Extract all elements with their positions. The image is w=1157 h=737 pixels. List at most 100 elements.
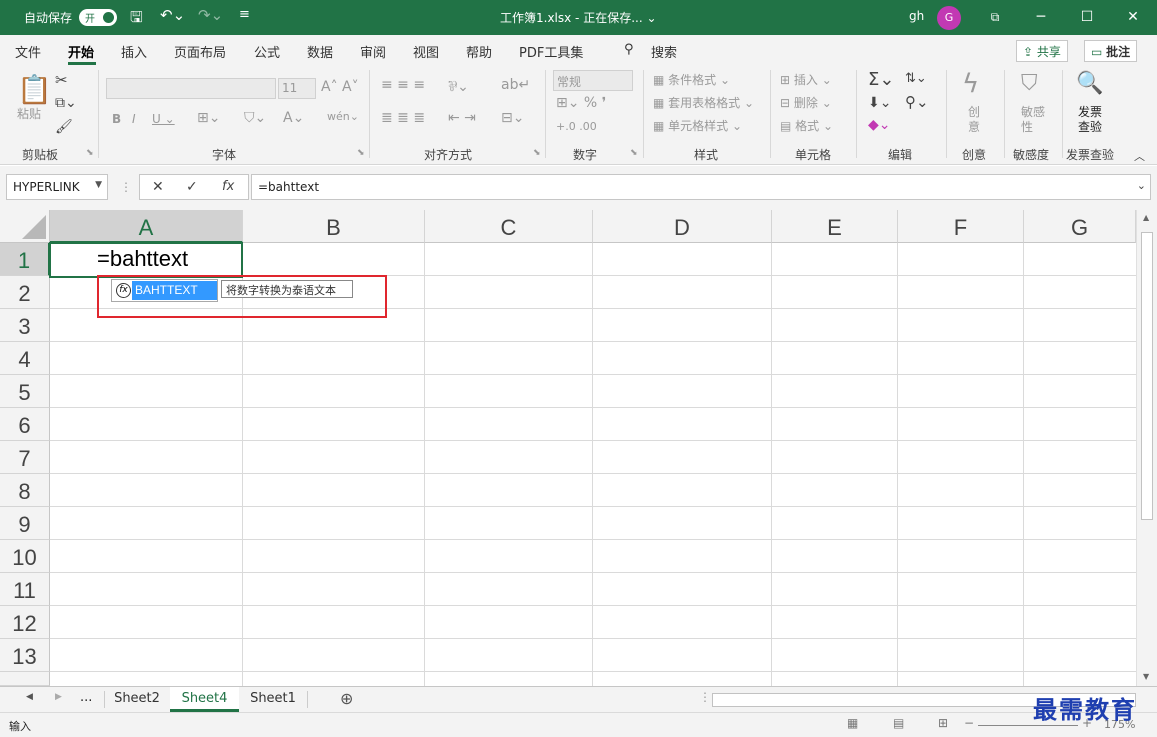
border-icon[interactable]: ⊞⌄ xyxy=(197,110,220,126)
italic-icon[interactable]: I xyxy=(132,112,136,126)
sheet-tab-sheet1[interactable]: Sheet1 xyxy=(240,687,306,712)
minimize-icon[interactable]: ─ xyxy=(1018,0,1064,35)
currency-icon[interactable]: ⊞⌄ % ❜ xyxy=(556,95,606,111)
row-header-7[interactable]: 7 xyxy=(0,441,50,474)
close-icon[interactable]: ✕ xyxy=(1110,0,1156,35)
sensitivity-icon[interactable]: ⛉ xyxy=(1021,71,1038,96)
maximize-icon[interactable]: ☐ xyxy=(1064,0,1110,35)
number-format-combo[interactable]: 常规 xyxy=(553,70,633,91)
normal-view-icon[interactable]: ▦ xyxy=(847,716,858,730)
wrap-text-icon[interactable]: ab↵ xyxy=(501,77,530,93)
copy-icon[interactable]: ⧉⌄ xyxy=(55,95,77,111)
tab-help[interactable]: 帮助 xyxy=(466,42,492,61)
ribbon-display-icon[interactable]: ⧉ xyxy=(972,0,1018,35)
conditional-format-button[interactable]: ▦ 条件格式 ⌄ xyxy=(653,71,730,88)
decimal-icon[interactable]: +.0 .00 xyxy=(556,120,597,133)
page-layout-view-icon[interactable]: ▤ xyxy=(893,716,904,730)
indent-icon[interactable]: ⇤ ⇥ xyxy=(448,110,476,126)
launcher-icon[interactable]: ⬊ xyxy=(533,148,541,158)
orientation-icon[interactable]: ⅌⌄ xyxy=(448,77,469,96)
fill-color-icon[interactable]: ⛉⌄ xyxy=(244,110,266,126)
tab-insert[interactable]: 插入 xyxy=(121,42,147,61)
invoice-check-button[interactable]: 发票查验 xyxy=(1078,105,1104,135)
tab-pdf-tools[interactable]: PDF工具集 xyxy=(519,42,583,61)
launcher-icon[interactable]: ⬊ xyxy=(630,148,638,158)
launcher-icon[interactable]: ⬊ xyxy=(357,148,365,158)
scroll-down-icon[interactable]: ▼ xyxy=(1143,672,1149,681)
align-top-icon[interactable]: ≡ ≡ ≡ xyxy=(381,77,425,93)
chevron-down-icon[interactable]: ▼ xyxy=(95,180,102,190)
align-left-icon[interactable]: ≣ ≣ ≣ xyxy=(381,110,425,126)
delete-cells-button[interactable]: ⊟ 删除 ⌄ xyxy=(780,94,832,111)
autosum-icon[interactable]: Σ⌄ xyxy=(868,69,894,90)
page-break-view-icon[interactable]: ⊞ xyxy=(938,716,948,730)
row-header-3[interactable]: 3 xyxy=(0,309,50,342)
avatar[interactable]: G xyxy=(937,6,961,30)
vertical-scrollbar[interactable]: ▲ ▼ xyxy=(1136,210,1157,686)
sheet-tab-sheet4[interactable]: Sheet4 xyxy=(170,687,239,712)
more-sheets[interactable]: ... xyxy=(80,690,92,705)
scroll-up-icon[interactable]: ▲ xyxy=(1143,213,1149,222)
tab-formulas[interactable]: 公式 xyxy=(254,42,280,61)
insert-cells-button[interactable]: ⊞ 插入 ⌄ xyxy=(780,71,832,88)
column-header-e[interactable]: E xyxy=(772,210,898,243)
prev-sheet-icon[interactable]: ◀ xyxy=(26,692,33,702)
tab-view[interactable]: 视图 xyxy=(413,42,439,61)
row-header-14[interactable] xyxy=(0,672,50,686)
cut-icon[interactable]: ✂ xyxy=(55,71,68,89)
row-header-13[interactable]: 13 xyxy=(0,639,50,672)
scroll-thumb[interactable] xyxy=(1141,232,1153,520)
invoice-check-icon[interactable]: 🔍 xyxy=(1076,71,1103,96)
row-header-1[interactable]: 1 xyxy=(0,243,50,276)
bold-icon[interactable]: B xyxy=(112,112,121,126)
format-cells-button[interactable]: ▤ 格式 ⌄ xyxy=(780,117,833,134)
launcher-icon[interactable]: ⬊ xyxy=(86,148,94,158)
create-button[interactable]: 创意 xyxy=(968,105,982,135)
drag-handle-icon[interactable]: ⋮ xyxy=(120,180,132,194)
customize-qat-icon[interactable]: ≡ xyxy=(239,7,250,22)
enter-icon[interactable]: ✓ xyxy=(186,179,198,195)
sheet-tab-sheet2[interactable]: Sheet2 xyxy=(105,687,169,712)
phonetic-icon[interactable]: wén⌄ xyxy=(327,110,359,123)
format-painter-icon[interactable]: 🖌 xyxy=(55,119,73,135)
next-sheet-icon[interactable]: ▶ xyxy=(55,692,62,702)
name-box[interactable]: HYPERLINK ▼ xyxy=(6,174,108,200)
tab-review[interactable]: 审阅 xyxy=(360,42,386,61)
column-header-a[interactable]: A xyxy=(50,210,243,243)
formula-input[interactable]: =bahttext ⌄ xyxy=(251,174,1151,200)
fill-icon[interactable]: ⬇⌄ xyxy=(868,95,891,111)
paste-icon[interactable]: 📋 xyxy=(17,73,52,106)
save-icon[interactable]: 🖫 xyxy=(130,7,143,32)
column-header-b[interactable]: B xyxy=(243,210,425,243)
clear-icon[interactable]: ◆⌄ xyxy=(868,117,891,133)
column-header-d[interactable]: D xyxy=(593,210,772,243)
row-header-12[interactable]: 12 xyxy=(0,606,50,639)
lightning-icon[interactable]: ϟ xyxy=(962,69,979,99)
row-header-9[interactable]: 9 xyxy=(0,507,50,540)
insert-function-icon[interactable]: fx xyxy=(222,179,234,194)
collapse-ribbon-icon[interactable]: ︿ xyxy=(1134,148,1145,164)
tab-home[interactable]: 开始 xyxy=(68,42,94,61)
tab-search[interactable]: 搜索 xyxy=(651,42,677,61)
table-format-button[interactable]: ▦ 套用表格格式 ⌄ xyxy=(653,94,754,111)
tab-data[interactable]: 数据 xyxy=(307,42,333,61)
zoom-out-icon[interactable]: − xyxy=(964,716,974,730)
select-all-corner[interactable] xyxy=(0,210,50,243)
row-header-11[interactable]: 11 xyxy=(0,573,50,606)
find-select-icon[interactable]: ⚲⌄ xyxy=(905,93,929,111)
comment-button[interactable]: ▭ 批注 xyxy=(1084,40,1138,62)
redo-icon[interactable]: ↷⌄ xyxy=(198,6,223,24)
row-header-10[interactable]: 10 xyxy=(0,540,50,573)
add-sheet-icon[interactable]: ⊕ xyxy=(340,689,353,708)
tab-page-layout[interactable]: 页面布局 xyxy=(174,42,226,61)
drag-handle-icon[interactable]: ⋮ xyxy=(699,690,711,704)
increase-font-icon[interactable]: A˄ A˅ xyxy=(321,79,359,95)
merge-icon[interactable]: ⊟⌄ xyxy=(501,110,524,126)
cell-style-button[interactable]: ▦ 单元格样式 ⌄ xyxy=(653,117,742,134)
row-header-6[interactable]: 6 xyxy=(0,408,50,441)
row-header-2[interactable]: 2 xyxy=(0,276,50,309)
row-header-5[interactable]: 5 xyxy=(0,375,50,408)
row-header-4[interactable]: 4 xyxy=(0,342,50,375)
column-header-g[interactable]: G xyxy=(1024,210,1136,243)
sort-filter-icon[interactable]: ⇅⌄ xyxy=(905,71,927,86)
